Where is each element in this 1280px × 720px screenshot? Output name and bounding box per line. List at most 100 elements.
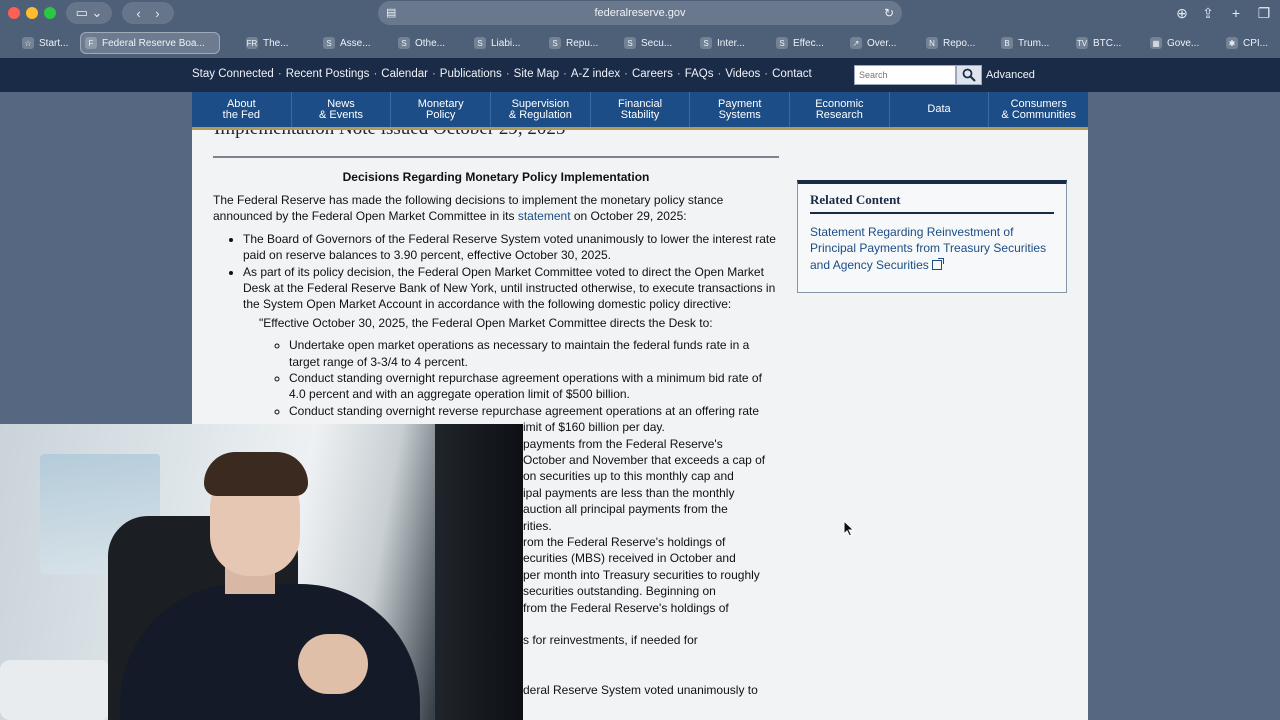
text-fragment: per month into Treasury securities to ro… xyxy=(523,567,760,582)
list-item: As part of its policy decision, the Fede… xyxy=(243,264,781,313)
text-fragment: rities. xyxy=(523,518,552,533)
site-icon: ✱ xyxy=(1226,37,1238,49)
forward-icon[interactable]: › xyxy=(155,6,159,21)
utility-link-recent-postings[interactable]: Recent Postings xyxy=(286,68,370,80)
utility-nav: Stay Connected · Recent Postings · Calendar ·… xyxy=(192,68,812,80)
text-fragment: ipal payments are less than the monthly xyxy=(523,485,735,500)
text-fragment: deral Reserve System voted unanimously t… xyxy=(523,682,758,697)
tab-item[interactable]: ▦ Gove... xyxy=(1146,32,1202,54)
site-icon: S xyxy=(700,37,712,49)
tab-label: Over... xyxy=(867,37,897,49)
tab-item[interactable]: S Effec... xyxy=(772,32,828,54)
site-search-input[interactable] xyxy=(854,65,956,85)
tab-label: Gove... xyxy=(1167,37,1200,49)
tab-item[interactable]: S Inter... xyxy=(696,32,752,54)
separator: · xyxy=(764,68,769,80)
separator: · xyxy=(373,68,378,80)
search-button[interactable] xyxy=(956,65,982,85)
nav-about-the-fed[interactable]: About the Fed xyxy=(192,92,292,127)
utility-link-az-index[interactable]: A-Z index xyxy=(571,68,620,80)
tab-label: Othe... xyxy=(415,37,446,49)
page-title: Implementation Note issued October 29, 2… xyxy=(214,130,565,140)
statement-link[interactable]: statement xyxy=(518,209,571,223)
new-tab-icon[interactable]: + xyxy=(1226,3,1246,23)
close-window-button[interactable] xyxy=(8,7,20,19)
zoom-window-button[interactable] xyxy=(44,7,56,19)
divider xyxy=(213,156,779,158)
tab-label: Repu... xyxy=(566,37,599,49)
separator: · xyxy=(431,68,436,80)
tab-start[interactable]: ☆ Start... xyxy=(18,32,78,54)
utility-link-faqs[interactable]: FAQs xyxy=(685,68,714,80)
nav-financial-stability[interactable]: Financial Stability xyxy=(591,92,691,127)
utility-link-videos[interactable]: Videos xyxy=(725,68,760,80)
fed-icon: F xyxy=(85,37,97,49)
tab-label: Inter... xyxy=(717,37,745,49)
sidebar-icon: ▭ ⌄ xyxy=(75,5,103,20)
utility-link-publications[interactable]: Publications xyxy=(440,68,502,80)
related-content-heading: Related Content xyxy=(810,192,1054,214)
utility-link-careers[interactable]: Careers xyxy=(632,68,673,80)
cursor-icon xyxy=(843,520,855,537)
list-item: Undertake open market operations as nece… xyxy=(289,337,781,370)
tab-item[interactable]: S Othe... xyxy=(394,32,450,54)
history-nav-buttons[interactable]: ‹ › xyxy=(122,2,174,24)
reader-icon[interactable]: ▤ xyxy=(386,1,396,25)
tab-item[interactable]: FR The... xyxy=(242,32,298,54)
separator: · xyxy=(505,68,510,80)
address-bar[interactable]: ▤ federalreserve.gov ↻ xyxy=(378,1,902,25)
separator: · xyxy=(676,68,681,80)
tab-label: Liabi... xyxy=(491,37,521,49)
tab-label: Repo... xyxy=(943,37,976,49)
utility-link-stay-connected[interactable]: Stay Connected xyxy=(192,68,274,80)
downloads-icon[interactable]: ⊕ xyxy=(1172,3,1192,23)
list-item: Conduct standing overnight reverse repur… xyxy=(289,403,781,419)
separator: · xyxy=(717,68,722,80)
tab-item[interactable]: ✱ CPI... xyxy=(1222,32,1276,54)
chart-icon: ↗ xyxy=(850,37,862,49)
text-fragment: securities outstanding. Beginning on xyxy=(523,584,716,599)
tab-overview-icon[interactable]: ❐ xyxy=(1254,3,1274,23)
utility-link-site-map[interactable]: Site Map xyxy=(514,68,559,80)
tab-item[interactable]: S Liabi... xyxy=(470,32,526,54)
separator: · xyxy=(624,68,628,80)
tab-item[interactable]: S Secu... xyxy=(620,32,676,54)
tab-label: BTC... xyxy=(1093,37,1122,49)
list-item: The Board of Governors of the Federal Re… xyxy=(243,231,781,264)
minimize-window-button[interactable] xyxy=(26,7,38,19)
calendar-icon: ▦ xyxy=(1150,37,1162,49)
related-content-link[interactable]: Statement Regarding Reinvestment of Prin… xyxy=(810,224,1054,273)
share-icon[interactable]: ⇪ xyxy=(1198,3,1218,23)
presenter-hair xyxy=(204,452,308,496)
advanced-search-link[interactable]: Advanced xyxy=(986,69,1035,81)
tab-item[interactable]: ↗ Over... xyxy=(846,32,902,54)
tab-item[interactable]: S Asse... xyxy=(319,32,375,54)
nav-consumers-communities[interactable]: Consumers & Communities xyxy=(989,92,1088,127)
tab-bar: ☆ Start... F Federal Reserve Boa... FR The.… xyxy=(0,28,1280,58)
nav-supervision-regulation[interactable]: Supervision & Regulation xyxy=(491,92,591,127)
tab-label: Trum... xyxy=(1018,37,1050,49)
separator: · xyxy=(563,68,567,80)
back-icon[interactable]: ‹ xyxy=(136,6,140,21)
utility-link-contact[interactable]: Contact xyxy=(772,68,812,80)
nav-data[interactable]: Data xyxy=(890,92,990,127)
main-nav: About the Fed News & Events Monetary Pol… xyxy=(192,92,1088,130)
nav-monetary-policy[interactable]: Monetary Policy xyxy=(391,92,492,127)
tab-item[interactable]: S Repu... xyxy=(545,32,601,54)
reload-icon[interactable]: ↻ xyxy=(884,1,894,25)
nav-economic-research[interactable]: Economic Research xyxy=(790,92,890,127)
section-title: Decisions Regarding Monetary Policy Impl… xyxy=(342,170,650,184)
partially-hidden-text: imit of $160 billion per day. payments f… xyxy=(523,419,781,698)
tab-item[interactable]: TV BTC... xyxy=(1072,32,1128,54)
utility-link-calendar[interactable]: Calendar xyxy=(381,68,428,80)
tab-item[interactable]: N Repo... xyxy=(922,32,978,54)
tab-item[interactable]: B Trum... xyxy=(997,32,1053,54)
text-fragment: October and November that exceeds a cap … xyxy=(523,453,766,468)
tab-federal-reserve[interactable]: F Federal Reserve Boa... xyxy=(80,32,220,54)
directive-list: Undertake open market operations as nece… xyxy=(289,337,781,419)
sidebar-toggle-button[interactable]: ▭ ⌄ xyxy=(66,2,112,24)
background-doorframe xyxy=(435,424,523,720)
nav-payment-systems[interactable]: Payment Systems xyxy=(690,92,791,127)
nav-news-events[interactable]: News & Events xyxy=(292,92,392,127)
site-icon: S xyxy=(776,37,788,49)
